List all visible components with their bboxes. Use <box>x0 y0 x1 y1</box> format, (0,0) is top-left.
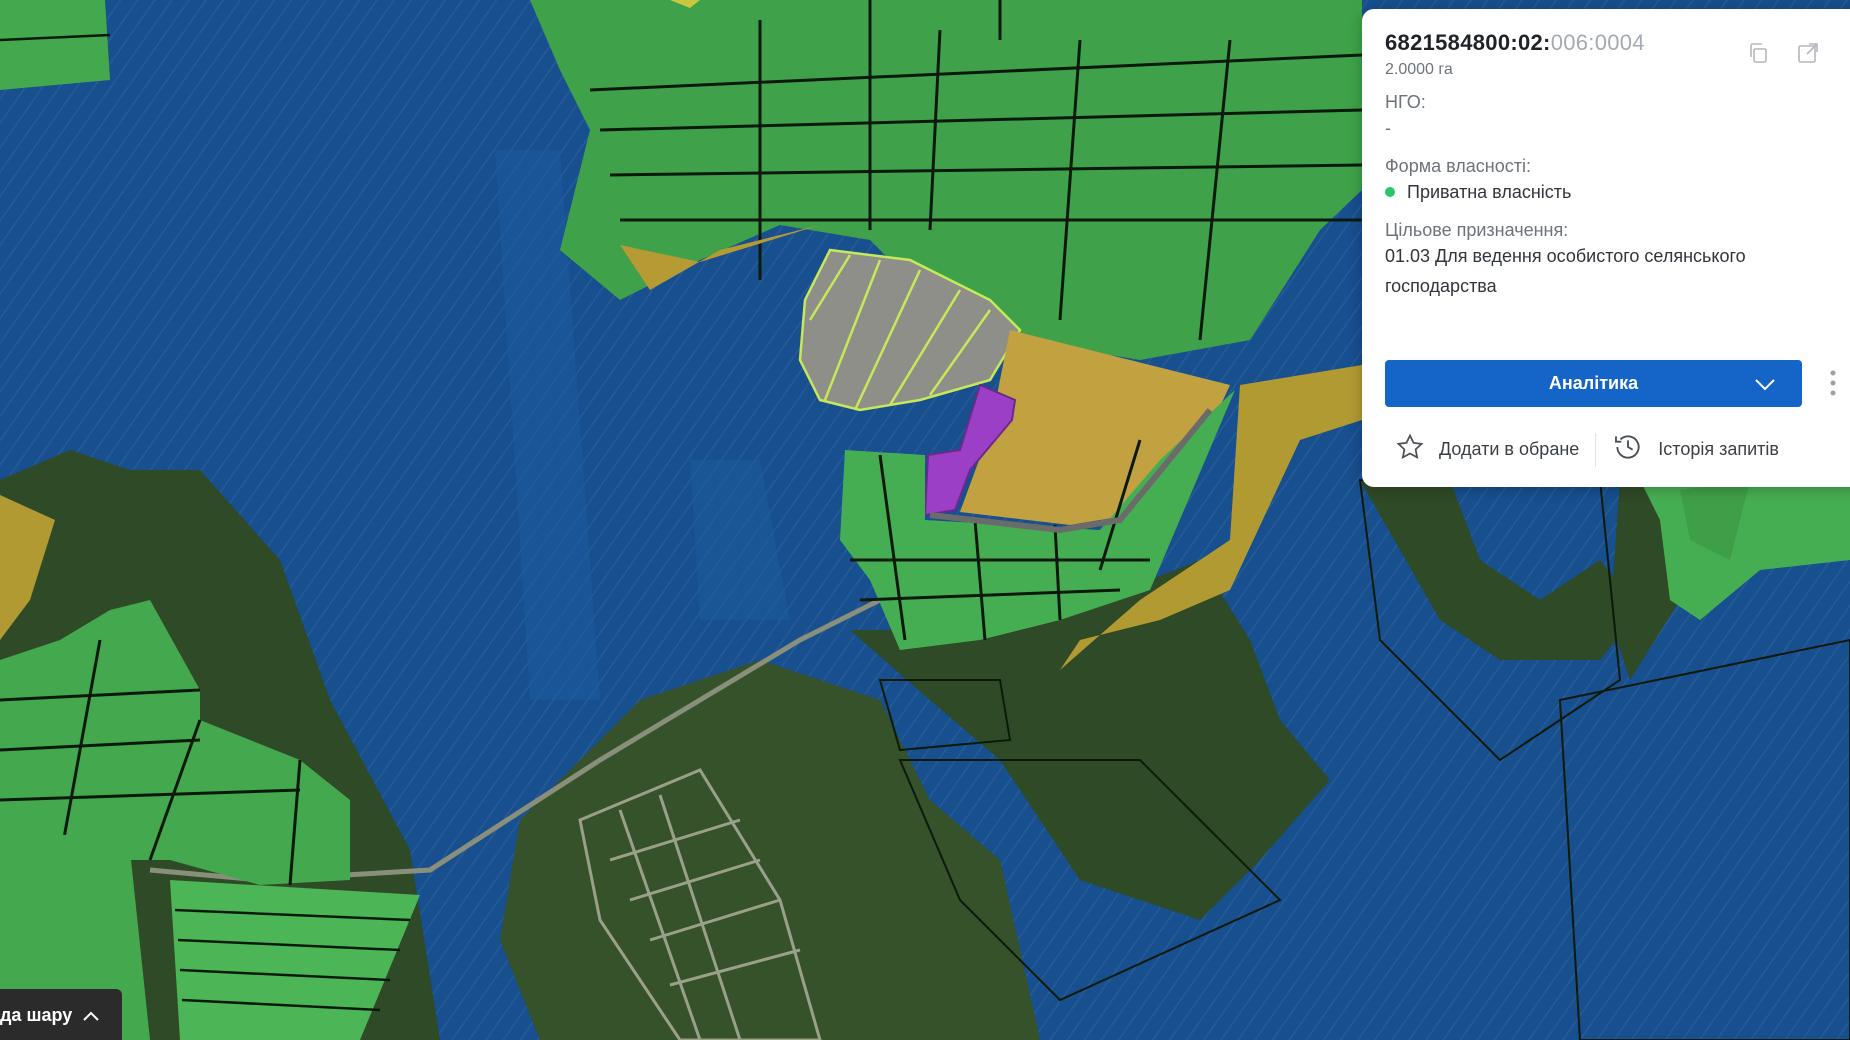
panel-actions: Додати в обране Історія запитів <box>1395 431 1779 468</box>
ownership-value-text: Приватна власність <box>1407 182 1572 202</box>
ngo-label: НГО: <box>1385 92 1426 112</box>
cadastral-number-muted: 006:0004 <box>1550 30 1645 55</box>
add-to-favorites-button[interactable]: Додати в обране <box>1395 432 1579 467</box>
layer-toggle-label: да шару <box>0 1005 73 1025</box>
close-icon[interactable] <box>1844 39 1850 67</box>
parcel-info-panel: 6821584800:02:006:0004 2.0000 га НГО: - … <box>1362 9 1850 487</box>
chevron-down-icon <box>1754 374 1776 399</box>
request-history-button[interactable]: Історія запитів <box>1612 431 1779 468</box>
agricultural-parcel[interactable] <box>0 0 110 90</box>
purpose-label: Цільове призначення: <box>1385 220 1569 240</box>
divider <box>1595 432 1597 467</box>
ownership-value: Приватна власність <box>1385 177 1825 207</box>
cadastral-number[interactable]: 6821584800:02:006:0004 <box>1385 30 1645 56</box>
analytics-button-label: Аналітика <box>1548 373 1639 393</box>
purpose-value: 01.03 Для ведення особистого селянського… <box>1385 246 1746 296</box>
ownership-label: Форма власності: <box>1385 156 1531 176</box>
request-history-label: Історія запитів <box>1658 439 1779 459</box>
more-vertical-icon[interactable] <box>1829 369 1837 402</box>
panel-header-actions <box>1744 39 1850 67</box>
parcel-area: 2.0000 га <box>1385 61 1453 78</box>
external-link-icon[interactable] <box>1794 39 1822 67</box>
analytics-button[interactable]: Аналітика <box>1385 360 1802 407</box>
layer-toggle[interactable]: да шару <box>0 989 122 1040</box>
add-to-favorites-label: Додати в обране <box>1439 439 1580 459</box>
ngo-value: - <box>1385 118 1391 138</box>
cadastral-number-bold: 6821584800:02: <box>1385 30 1551 55</box>
chevron-up-icon <box>82 1009 100 1027</box>
ownership-status-dot <box>1385 187 1395 198</box>
copy-icon[interactable] <box>1744 39 1772 67</box>
star-icon <box>1395 432 1425 467</box>
history-icon <box>1612 431 1644 468</box>
